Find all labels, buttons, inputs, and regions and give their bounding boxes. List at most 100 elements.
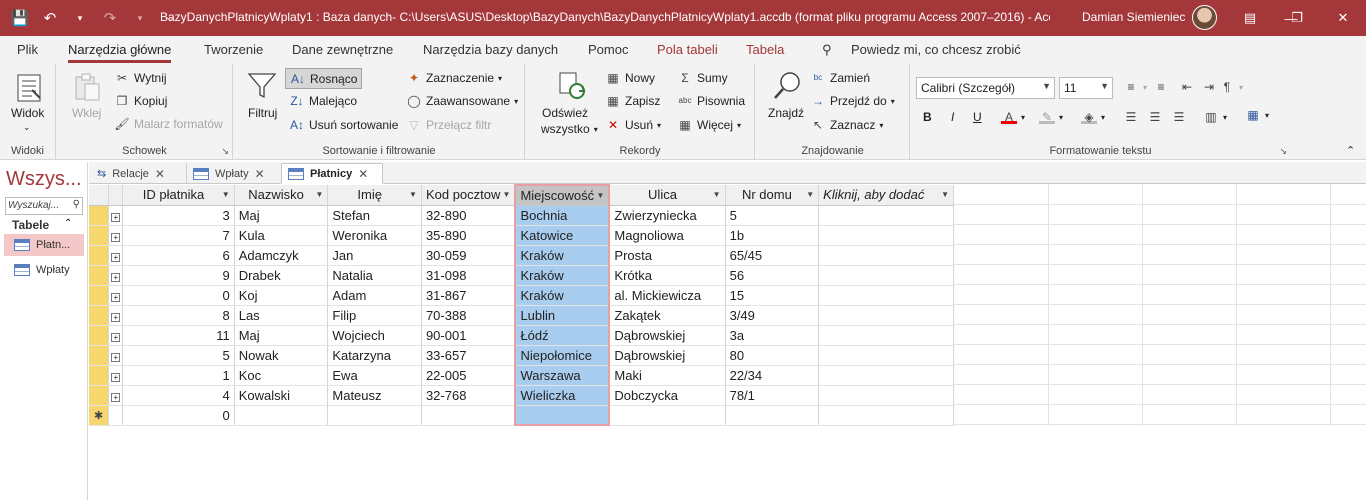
column-header-add-field[interactable]: Kliknij, aby dodać ▼ <box>818 185 954 206</box>
cell-imie[interactable] <box>327 405 422 426</box>
cell-nr-domu[interactable]: 22/34 <box>725 365 820 386</box>
column-header-ulica[interactable]: Ulica ▼ <box>609 185 726 206</box>
cell-miejscowosc[interactable]: Kraków <box>514 285 611 306</box>
table-row[interactable]: +7 Kula Weronika 35-890 Katowice Magnoliowa 1b <box>89 225 954 246</box>
cell-imie[interactable]: Mateusz <box>327 385 422 406</box>
cell-id[interactable]: 0 <box>122 285 235 306</box>
table-row[interactable]: +8 Las Filip 70-388 Lublin Zakątek 3/49 <box>89 305 954 326</box>
cell-id[interactable]: 1 <box>122 365 235 386</box>
select-button[interactable]: ↖ Zaznacz ▾ <box>810 118 883 132</box>
view-icon[interactable] <box>14 72 46 104</box>
refresh-all-button-2[interactable]: wszystko ▾ <box>541 122 598 136</box>
cell-miejscowosc[interactable]: Kraków <box>514 245 611 266</box>
column-header-id[interactable]: ID płatnika ▼ <box>122 185 235 206</box>
expand-cell[interactable]: + <box>108 345 124 366</box>
cell-kod[interactable]: 31-098 <box>421 265 516 286</box>
cell-add-field[interactable] <box>818 285 954 306</box>
cell-imie[interactable]: Filip <box>327 305 422 326</box>
tab-plik[interactable]: Plik <box>17 42 38 57</box>
record-selector[interactable] <box>89 365 110 386</box>
tab-platnicy[interactable]: Płatnicy ✕ <box>281 163 383 184</box>
record-selector[interactable] <box>89 285 110 306</box>
cell-kod[interactable]: 22-005 <box>421 365 516 386</box>
sort-indicator-icon[interactable]: ▼ <box>597 191 605 200</box>
cell-nazwisko[interactable]: Adamczyk <box>234 245 329 266</box>
cell-miejscowosc[interactable]: Łódź <box>514 325 611 346</box>
expand-plus-icon[interactable]: + <box>111 252 121 262</box>
cell-imie[interactable]: Stefan <box>327 205 422 226</box>
expand-cell[interactable]: + <box>108 285 124 306</box>
search-icon[interactable]: ⚲ <box>822 42 832 58</box>
cell-nazwisko[interactable]: Kula <box>234 225 329 246</box>
align-left-button[interactable]: ☰ <box>1123 110 1139 124</box>
table-row[interactable]: +3 Maj Stefan 32-890 Bochnia Zwierzyniecka 5 <box>89 205 954 226</box>
bold-button[interactable]: B <box>923 110 932 124</box>
dialog-launcher-icon[interactable]: ↘ <box>221 146 229 157</box>
cell-id[interactable]: 8 <box>122 305 235 326</box>
column-header-nr-domu[interactable]: Nr domu ▼ <box>725 185 820 206</box>
cell-kod[interactable]: 31-867 <box>421 285 516 306</box>
cell-id[interactable]: 0 <box>122 405 235 426</box>
expand-plus-icon[interactable]: + <box>111 232 121 242</box>
paste-icon[interactable] <box>71 72 103 104</box>
nav-item-wplaty[interactable]: Wpłaty <box>4 259 84 281</box>
table-row[interactable]: +4 Kowalski Mateusz 32-768 Wieliczka Dobczyck… <box>89 385 954 406</box>
save-record-button[interactable]: ▦ Zapisz <box>605 94 660 108</box>
cell-imie[interactable]: Adam <box>327 285 422 306</box>
column-header-miejscowosc[interactable]: Miejscowość ▼ <box>514 184 611 206</box>
cell-ulica[interactable]: Zwierzyniecka <box>609 205 726 226</box>
selection-filter-button[interactable]: ✦ Zaznaczenie ▾ <box>406 71 502 85</box>
chevron-down-icon[interactable]: ⌄ <box>23 122 31 133</box>
new-record-button[interactable]: ▦ Nowy <box>605 71 655 85</box>
expand-plus-icon[interactable]: + <box>111 392 121 402</box>
chevron-down-icon[interactable]: ▼ <box>941 190 949 199</box>
chevron-down-icon[interactable]: ▼ <box>713 190 721 199</box>
cell-kod[interactable]: 30-059 <box>421 245 516 266</box>
expand-plus-icon[interactable]: + <box>111 272 121 282</box>
expand-cell[interactable]: + <box>108 205 124 226</box>
cell-nazwisko[interactable] <box>234 405 329 426</box>
restore-button[interactable]: ❐ <box>1274 0 1320 36</box>
expand-plus-icon[interactable]: + <box>111 332 121 342</box>
font-name-dropdown[interactable]: Calibri (Szczegół) ▼ <box>916 77 1055 99</box>
cell-nazwisko[interactable]: Maj <box>234 205 329 226</box>
ribbon-display-options-icon[interactable]: ▤ <box>1227 0 1273 36</box>
indent-decrease-button[interactable]: ⇤ <box>1179 80 1195 94</box>
delete-record-button[interactable]: ✕ Usuń ▾ <box>605 118 661 132</box>
sort-descending-button[interactable]: Z↓ Malejąco <box>289 94 357 108</box>
bullets-button[interactable]: ≡ ▾ <box>1123 80 1147 94</box>
cell-ulica[interactable]: Dąbrowskiej <box>609 325 726 346</box>
expand-cell[interactable]: + <box>108 365 124 386</box>
cell-add-field[interactable] <box>818 205 954 226</box>
cell-add-field[interactable] <box>818 265 954 286</box>
table-row[interactable]: +11 Maj Wojciech 90-001 Łódź Dąbrowskiej 3a <box>89 325 954 346</box>
tab-tabela[interactable]: Tabela <box>746 42 784 57</box>
cell-kod[interactable]: 33-657 <box>421 345 516 366</box>
font-color-button[interactable]: A ▾ <box>1001 110 1025 124</box>
cell-id[interactable]: 9 <box>122 265 235 286</box>
font-size-dropdown[interactable]: 11 ▼ <box>1059 77 1113 99</box>
filter-icon[interactable] <box>246 70 278 102</box>
tab-relacje[interactable]: ⇆ Relacje ✕ <box>91 163 187 184</box>
new-record-selector[interactable]: ✱ <box>89 405 110 426</box>
highlight-button[interactable]: ✎ ▾ <box>1039 110 1063 124</box>
alternate-row-color-button[interactable]: ▦ ▾ <box>1245 108 1269 122</box>
record-selector[interactable] <box>89 265 110 286</box>
record-selector[interactable] <box>89 205 110 226</box>
view-button[interactable]: Widok <box>11 106 44 120</box>
tab-pomoc[interactable]: Pomoc <box>588 42 628 57</box>
column-header-nazwisko[interactable]: Nazwisko ▼ <box>234 185 329 206</box>
redo-icon[interactable]: ↷ <box>100 8 120 28</box>
cell-nr-domu[interactable]: 3a <box>725 325 820 346</box>
fill-color-button[interactable]: ◈ ▾ <box>1081 110 1105 124</box>
navigation-pane-title[interactable]: Wszys... <box>6 168 82 191</box>
dialog-launcher-icon[interactable]: ↘ <box>1279 146 1287 157</box>
find-icon[interactable] <box>772 70 804 102</box>
record-selector[interactable] <box>89 345 110 366</box>
replace-button[interactable]: bc Zamień <box>810 71 870 85</box>
spelling-button[interactable]: abc Pisownia <box>677 94 745 108</box>
cell-imie[interactable]: Weronika <box>327 225 422 246</box>
cell-add-field[interactable] <box>818 385 954 406</box>
cell-nr-domu[interactable]: 5 <box>725 205 820 226</box>
expand-cell[interactable]: + <box>108 225 124 246</box>
